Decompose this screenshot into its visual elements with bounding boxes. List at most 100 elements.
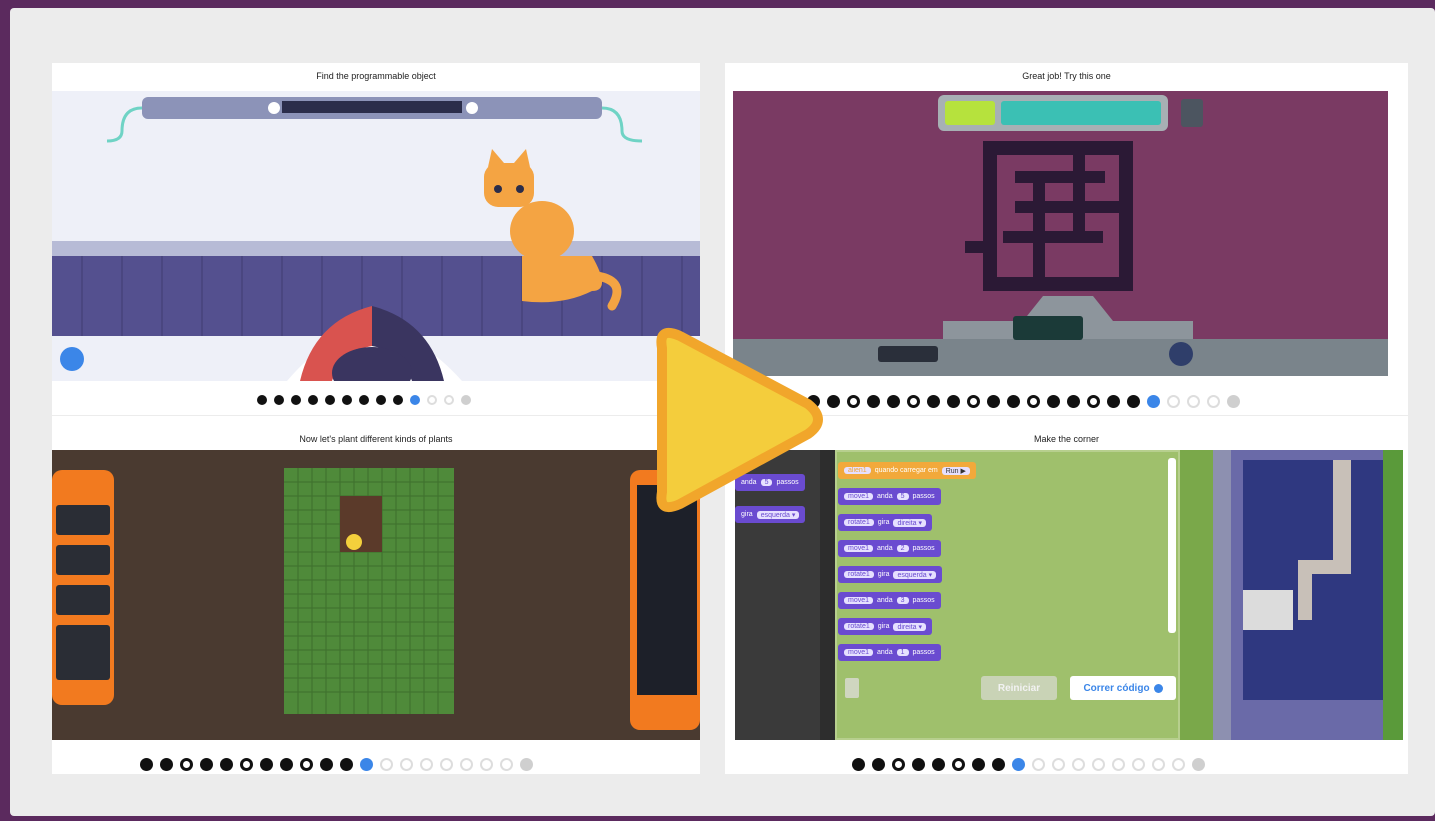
progress-dot-current[interactable] — [1012, 758, 1025, 771]
code-block[interactable]: move1 anda 1 passos — [838, 644, 941, 661]
progress-dot[interactable] — [340, 758, 353, 771]
progress-dot[interactable] — [1067, 395, 1080, 408]
code-block[interactable]: rotate1 gira direita ▾ — [838, 514, 933, 531]
progress-dot[interactable] — [1047, 395, 1060, 408]
progress-dot[interactable] — [1007, 395, 1020, 408]
progress-dot-current[interactable] — [1147, 395, 1160, 408]
progress-dot[interactable] — [1087, 395, 1100, 408]
progress-dot[interactable] — [1072, 758, 1085, 771]
progress-dot[interactable] — [947, 395, 960, 408]
game-scene-maze[interactable] — [733, 91, 1388, 376]
progress-dot[interactable] — [280, 758, 293, 771]
block-object: rotate1 — [844, 571, 874, 578]
progress-dot[interactable] — [1207, 395, 1220, 408]
progress-dot[interactable] — [972, 758, 985, 771]
progress-dot[interactable] — [460, 758, 473, 771]
progress-dot[interactable] — [1107, 395, 1120, 408]
progress-dot[interactable] — [140, 758, 153, 771]
progress-dot[interactable] — [500, 758, 513, 771]
progress-dot[interactable] — [440, 758, 453, 771]
progress-dot[interactable] — [887, 395, 900, 408]
code-block[interactable]: rotate1 gira esquerda ▾ — [838, 566, 943, 583]
reset-button[interactable]: Reiniciar — [981, 676, 1057, 700]
progress-dot[interactable] — [342, 395, 352, 405]
code-block[interactable]: move1 anda 3 passos — [838, 592, 941, 609]
stage-view[interactable] — [1213, 450, 1403, 740]
progress-dot[interactable] — [200, 758, 213, 771]
progress-dot[interactable] — [393, 395, 403, 405]
code-block[interactable]: move1 anda 2 passos — [838, 540, 941, 557]
progress-dot[interactable] — [257, 395, 267, 405]
progress-dot[interactable] — [892, 758, 905, 771]
run-pill[interactable]: Run ▶ — [941, 466, 970, 475]
run-code-label: Correr código — [1083, 682, 1150, 694]
progress-dot[interactable] — [1187, 395, 1200, 408]
progress-dot[interactable] — [376, 395, 386, 405]
progress-dot[interactable] — [912, 758, 925, 771]
progress-dot[interactable] — [907, 395, 920, 408]
progress-dot[interactable] — [872, 758, 885, 771]
progress-dot[interactable] — [952, 758, 965, 771]
progress-dot[interactable] — [291, 395, 301, 405]
progress-dot[interactable] — [308, 395, 318, 405]
progress-dot[interactable] — [160, 758, 173, 771]
progress-dot[interactable] — [1032, 758, 1045, 771]
progress-dot[interactable] — [1027, 395, 1040, 408]
progress-dot[interactable] — [987, 395, 1000, 408]
progress-dot[interactable] — [461, 395, 471, 405]
progress-dot[interactable] — [1167, 395, 1180, 408]
progress-dot[interactable] — [932, 758, 945, 771]
play-video-icon[interactable] — [640, 320, 830, 520]
block-value[interactable]: 3 — [896, 597, 909, 604]
progress-dot[interactable] — [967, 395, 980, 408]
block-value[interactable]: 1 — [896, 649, 909, 656]
progress-dot[interactable] — [480, 758, 493, 771]
progress-dot[interactable] — [420, 758, 433, 771]
workspace-scrollbar[interactable] — [1168, 458, 1176, 633]
progress-dot[interactable] — [1192, 758, 1205, 771]
progress-dot[interactable] — [1132, 758, 1145, 771]
progress-dot[interactable] — [1112, 758, 1125, 771]
block-object: rotate1 — [844, 519, 874, 526]
trash-icon[interactable] — [845, 678, 859, 698]
start-block[interactable]: alien1 quando carregar em Run ▶ — [838, 462, 976, 479]
progress-dot[interactable] — [380, 758, 393, 771]
progress-dot[interactable] — [220, 758, 233, 771]
block-unit: passos — [912, 493, 935, 500]
progress-dot-current[interactable] — [410, 395, 420, 405]
game-scene-garden[interactable] — [52, 450, 700, 740]
code-block[interactable]: rotate1 gira direita ▾ — [838, 618, 933, 635]
progress-dot[interactable] — [1172, 758, 1185, 771]
progress-dot-current[interactable] — [360, 758, 373, 771]
block-value[interactable]: esquerda ▾ — [893, 570, 937, 579]
progress-dot[interactable] — [444, 395, 454, 405]
block-value[interactable]: 2 — [896, 545, 909, 552]
progress-dot[interactable] — [325, 395, 335, 405]
progress-dot[interactable] — [274, 395, 284, 405]
progress-dot[interactable] — [400, 758, 413, 771]
progress-dot[interactable] — [867, 395, 880, 408]
progress-dot[interactable] — [992, 758, 1005, 771]
progress-dot[interactable] — [1092, 758, 1105, 771]
progress-dot[interactable] — [1052, 758, 1065, 771]
progress-dot[interactable] — [927, 395, 940, 408]
run-code-button[interactable]: Correr código — [1070, 676, 1176, 700]
block-value[interactable]: direita ▾ — [893, 518, 927, 527]
progress-dot[interactable] — [320, 758, 333, 771]
block-value[interactable]: 5 — [896, 493, 909, 500]
progress-dot[interactable] — [1152, 758, 1165, 771]
progress-dot[interactable] — [180, 758, 193, 771]
progress-dot[interactable] — [300, 758, 313, 771]
progress-dot[interactable] — [260, 758, 273, 771]
block-value[interactable]: direita ▾ — [893, 622, 927, 631]
progress-dot[interactable] — [240, 758, 253, 771]
code-block[interactable]: move1 anda 5 passos — [838, 488, 941, 505]
progress-dot[interactable] — [1227, 395, 1240, 408]
progress-dot[interactable] — [520, 758, 533, 771]
progress-dot[interactable] — [847, 395, 860, 408]
progress-dot[interactable] — [427, 395, 437, 405]
progress-dot[interactable] — [1127, 395, 1140, 408]
game-scene-cat[interactable] — [52, 91, 700, 381]
progress-dot[interactable] — [359, 395, 369, 405]
progress-dot[interactable] — [852, 758, 865, 771]
